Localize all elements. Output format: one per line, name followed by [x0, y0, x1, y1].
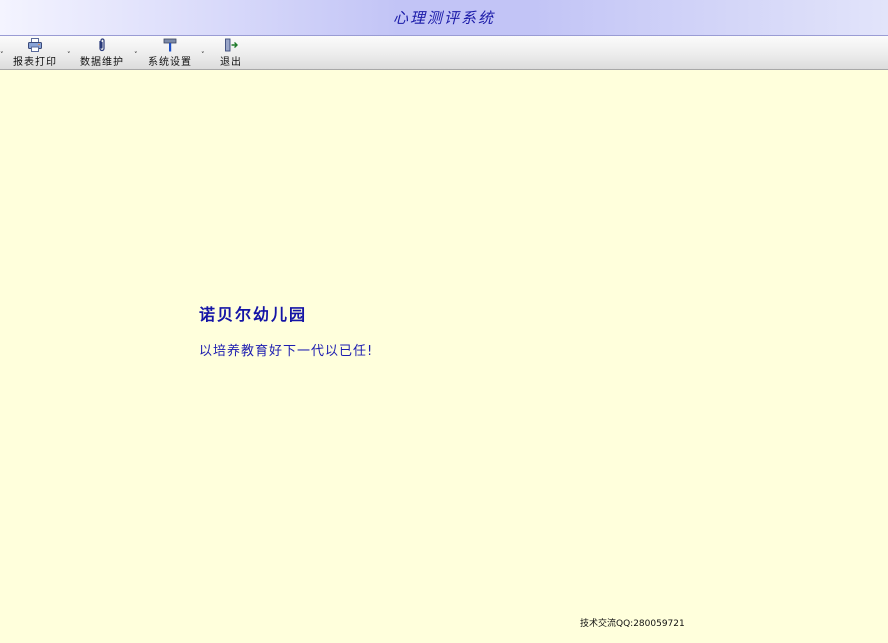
- report-print-button[interactable]: 报表打印: [9, 37, 61, 68]
- hammer-icon: [163, 37, 177, 52]
- system-settings-button[interactable]: 系统设置: [144, 37, 196, 68]
- app-title: 心理测评系统: [392, 9, 495, 27]
- printer-icon: [28, 37, 42, 52]
- exit-button[interactable]: 退出: [216, 37, 246, 68]
- organization-name: 诺贝尔幼儿园: [199, 305, 308, 324]
- dropdown-arrow-icon[interactable]: ˅: [201, 52, 206, 59]
- paperclip-icon: [95, 37, 109, 52]
- data-maintenance-button[interactable]: 数据维护: [76, 37, 128, 68]
- dropdown-arrow-icon[interactable]: ˅: [0, 52, 5, 59]
- report-print-label: 报表打印: [13, 57, 57, 68]
- dropdown-arrow-icon[interactable]: ˅: [67, 52, 72, 59]
- slogan-text: 以培养教育好下一代以已任!: [199, 344, 374, 359]
- exit-label: 退出: [220, 57, 242, 68]
- system-settings-label: 系统设置: [148, 57, 192, 68]
- footer-contact: 技术交流QQ:280059721: [580, 619, 685, 629]
- toolbar: ˅ 报表打印 ˅ 数据维护 ˅ 系统设置 ˅ 退出: [0, 36, 888, 70]
- exit-door-icon: [224, 37, 238, 52]
- data-maintenance-label: 数据维护: [80, 57, 124, 68]
- dropdown-arrow-icon[interactable]: ˅: [134, 52, 139, 59]
- title-bar: 心理测评系统: [0, 0, 888, 36]
